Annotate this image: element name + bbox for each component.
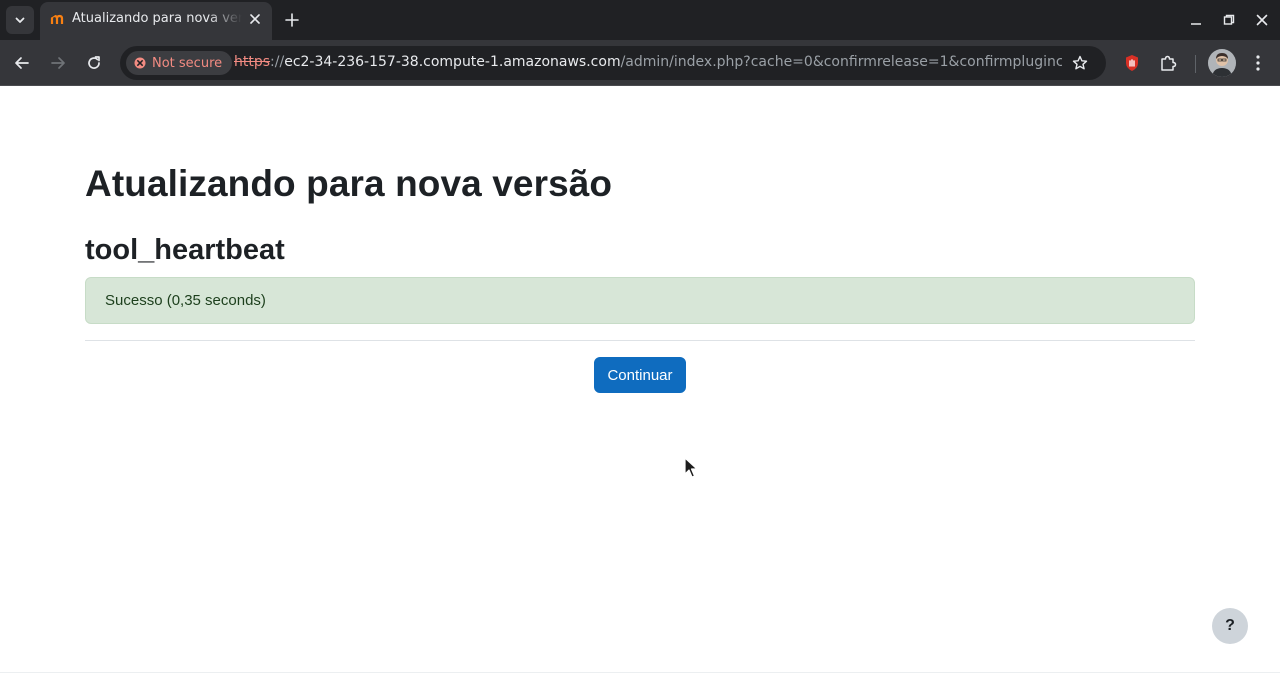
url-separator: :// (270, 54, 285, 70)
plugin-heading: tool_heartbeat (85, 234, 285, 266)
url-text[interactable]: https://ec2-34-236-157-38.compute-1.amaz… (234, 54, 1062, 70)
browser-tab-bar: Atualizando para nova versão (0, 0, 1280, 40)
continue-button[interactable]: Continuar (594, 357, 686, 393)
puzzle-icon (1161, 55, 1177, 71)
extension-blocker-button[interactable] (1120, 51, 1144, 75)
page-content: Atualizando para nova versão tool_heartb… (0, 87, 1280, 675)
success-alert: Sucesso (0,35 seconds) (85, 277, 1195, 324)
not-secure-label: Not secure (152, 55, 223, 71)
url-path: /admin/index.php?cache=0&confirmrelease=… (620, 54, 1062, 70)
site-security-chip[interactable]: Not secure (126, 51, 233, 75)
page-title: Atualizando para nova versão (85, 163, 613, 204)
kebab-menu-icon (1256, 55, 1260, 71)
bookmark-button[interactable] (1070, 53, 1090, 73)
restore-icon (1223, 14, 1235, 25)
arrow-left-icon (15, 57, 29, 69)
minimize-button[interactable] (1186, 10, 1206, 30)
browser-menu-button[interactable] (1246, 51, 1270, 75)
warning-circle-icon (134, 57, 146, 69)
close-icon (250, 14, 260, 24)
profile-avatar-icon (1208, 49, 1236, 77)
arrow-right-icon (51, 57, 65, 69)
url-host: ec2-34-236-157-38.compute-1.amazonaws.co… (284, 54, 621, 70)
close-icon (1256, 14, 1268, 26)
url-scheme: https (234, 54, 271, 70)
browser-tab-active[interactable]: Atualizando para nova versão (40, 0, 272, 40)
success-message: Sucesso (0,35 seconds) (105, 292, 266, 309)
footer-divider (0, 672, 1280, 673)
address-bar[interactable]: Not secure https://ec2-34-236-157-38.com… (120, 46, 1106, 80)
tab-close-button[interactable] (246, 10, 264, 28)
reload-icon (88, 56, 100, 69)
browser-toolbar: Not secure https://ec2-34-236-157-38.com… (0, 40, 1280, 86)
hand-stop-icon (1126, 55, 1138, 71)
extensions-button[interactable] (1156, 51, 1180, 75)
tab-search-button[interactable] (6, 6, 34, 34)
moodle-favicon-icon (50, 13, 64, 24)
mouse-pointer-icon (684, 457, 698, 478)
tab-title: Atualizando para nova versão (72, 11, 242, 26)
section-divider (85, 340, 1195, 341)
minimize-icon (1191, 23, 1201, 25)
back-button[interactable] (10, 51, 34, 75)
restore-button[interactable] (1219, 10, 1239, 30)
star-icon (1072, 55, 1088, 70)
plus-icon (285, 13, 299, 27)
reload-button[interactable] (82, 51, 106, 75)
profile-avatar[interactable] (1208, 49, 1236, 77)
help-button[interactable]: ? (1212, 608, 1248, 644)
new-tab-button[interactable] (280, 8, 304, 32)
close-window-button[interactable] (1252, 10, 1272, 30)
chevron-down-icon (15, 17, 25, 23)
forward-button[interactable] (46, 51, 70, 75)
toolbar-divider (1195, 55, 1196, 73)
